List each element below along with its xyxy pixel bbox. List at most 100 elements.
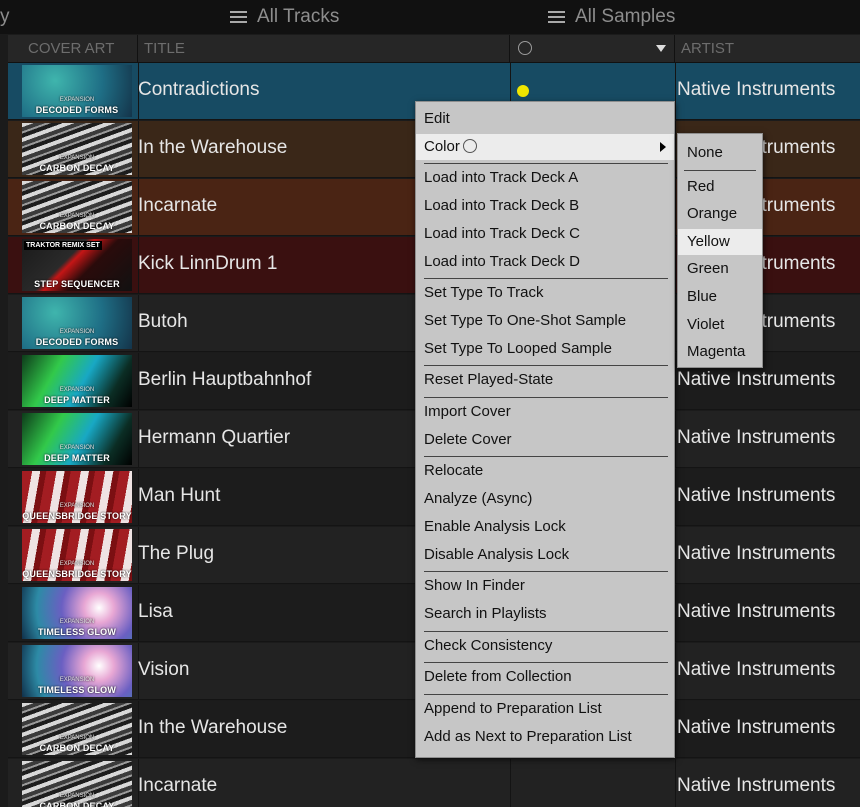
cover-art-image: EXPANSION DECODED FORMS	[22, 297, 132, 349]
cover-art-top-text: EXPANSION	[59, 445, 95, 451]
menu-item-set-type-to-looped-sample[interactable]: Set Type To Looped Sample	[416, 336, 674, 362]
track-title: Contradictions	[138, 79, 260, 100]
column-divider	[675, 469, 676, 525]
column-divider	[675, 179, 676, 235]
cover-art-label: STEP SEQUENCER	[34, 279, 120, 289]
menu-item-set-type-to-track[interactable]: Set Type To Track	[416, 280, 674, 306]
menu-separator	[424, 694, 668, 695]
track-artist: Native Instruments	[677, 79, 836, 100]
column-divider	[675, 63, 676, 119]
track-title: In the Warehouse	[138, 717, 288, 738]
menu-item-label: Edit	[424, 110, 450, 127]
color-option-orange[interactable]: Orange	[678, 201, 762, 227]
cover-art-label: DEEP MATTER	[44, 395, 110, 405]
menu-item-add-as-next-to-preparation-list[interactable]: Add as Next to Preparation List	[416, 724, 674, 750]
column-header-color[interactable]	[510, 35, 675, 62]
menu-item-load-into-track-deck-d[interactable]: Load into Track Deck D	[416, 249, 674, 275]
menu-item-label: Load into Track Deck C	[424, 224, 580, 242]
menu-item-relocate[interactable]: Relocate	[416, 458, 674, 484]
cover-art-image: EXPANSION CARBON DECAY	[22, 703, 132, 755]
track-artist: Native Instruments	[677, 369, 836, 390]
menu-item-label: Disable Analysis Lock	[424, 545, 570, 563]
menu-item-check-consistency[interactable]: Check Consistency	[416, 633, 674, 659]
all-samples-label: All Samples	[575, 6, 676, 27]
track-artist: Native Instruments	[677, 485, 836, 506]
color-option-green[interactable]: Green	[678, 256, 762, 282]
menu-item-label: Set Type To Track	[424, 284, 544, 302]
menu-item-label: Load into Track Deck D	[424, 252, 580, 270]
menu-item-label: Set Type To One-Shot Sample	[424, 311, 627, 329]
cover-art-top-text: EXPANSION	[59, 793, 95, 799]
color-option-violet[interactable]: Violet	[678, 312, 762, 338]
cover-art-image: EXPANSION CARBON DECAY	[22, 181, 132, 233]
menu-item-label: Add as Next to Preparation List	[424, 727, 632, 745]
track-artist: Native Instruments	[677, 775, 836, 796]
track-row[interactable]: EXPANSION CARBON DECAY Incarnate Native Ins…	[8, 759, 860, 807]
menu-separator	[424, 571, 668, 573]
menu-item-delete-cover[interactable]: Delete Cover	[416, 427, 674, 453]
color-option-none[interactable]: None	[678, 140, 762, 166]
menu-separator	[424, 365, 668, 367]
menu-item-disable-analysis-lock[interactable]: Disable Analysis Lock	[416, 542, 674, 568]
menu-separator	[424, 662, 668, 664]
menu-item-color[interactable]: Color	[416, 133, 674, 160]
color-option-red[interactable]: Red	[678, 174, 762, 200]
track-color-dot	[517, 85, 529, 97]
menu-item-append-to-preparation-list[interactable]: Append to Preparation List	[416, 696, 674, 722]
cover-art-image: EXPANSION DECODED FORMS	[22, 65, 132, 117]
column-divider	[675, 353, 676, 409]
menu-item-show-in-finder[interactable]: Show In Finder	[416, 573, 674, 599]
menu-item-label: Import Cover	[424, 403, 511, 420]
track-artist: Native Instruments	[677, 427, 836, 448]
context-menu: Edit Color Load into Track Deck A Load into…	[415, 101, 675, 758]
column-divider	[675, 527, 676, 583]
menu-item-delete-from-collection[interactable]: Delete from Collection	[416, 664, 674, 690]
menu-item-label: Show In Finder	[424, 577, 525, 595]
track-title: Hermann Quartier	[138, 427, 291, 448]
color-option-yellow[interactable]: Yellow	[678, 228, 762, 255]
menu-item-enable-analysis-lock[interactable]: Enable Analysis Lock	[416, 514, 674, 540]
cover-art-label: DECODED FORMS	[35, 337, 119, 347]
sort-arrow-icon	[656, 45, 666, 52]
cover-art-top-text: EXPANSION	[59, 97, 95, 103]
column-divider	[675, 701, 676, 757]
traktor-browser: y All Tracks All Samples COVER ART TITLE…	[0, 0, 860, 807]
cover-art-top-text: TRAKTOR REMIX SET	[24, 241, 102, 250]
menu-item-label: Reset Played-State	[424, 371, 554, 389]
column-header-artist[interactable]: ARTIST	[675, 35, 860, 62]
menu-item-set-type-to-one-shot-sample[interactable]: Set Type To One-Shot Sample	[416, 308, 674, 334]
menu-separator	[424, 397, 668, 398]
column-header-cover-art[interactable]: COVER ART	[22, 35, 138, 62]
all-tracks-button[interactable]: All Tracks	[230, 6, 339, 28]
all-samples-button[interactable]: All Samples	[548, 6, 675, 28]
menu-item-load-into-track-deck-a[interactable]: Load into Track Deck A	[416, 165, 674, 191]
menu-item-label: Set Type To Looped Sample	[424, 339, 612, 357]
menu-item-edit[interactable]: Edit	[416, 106, 674, 132]
cover-art-top-text: EXPANSION	[59, 735, 95, 741]
menu-item-label: Color	[424, 137, 460, 155]
menu-item-load-into-track-deck-c[interactable]: Load into Track Deck C	[416, 221, 674, 247]
color-option-blue[interactable]: Blue	[678, 284, 762, 310]
column-header-title[interactable]: TITLE	[138, 35, 510, 62]
menu-item-label: Delete from Collection	[424, 668, 572, 686]
menu-item-analyze-async[interactable]: Analyze (Async)	[416, 486, 674, 512]
column-divider	[675, 237, 676, 293]
all-tracks-label: All Tracks	[257, 6, 340, 27]
track-title: Man Hunt	[138, 485, 221, 506]
cover-art-label: QUEENSBRIDGE STORY	[22, 569, 132, 579]
menu-item-import-cover[interactable]: Import Cover	[416, 399, 674, 425]
cover-art-top-text: EXPANSION	[59, 213, 95, 219]
menu-item-search-in-playlists[interactable]: Search in Playlists	[416, 601, 674, 627]
color-option-magenta[interactable]: Magenta	[678, 339, 762, 365]
menu-item-label: Delete Cover	[424, 430, 512, 448]
menu-item-reset-played-state[interactable]: Reset Played-State	[416, 367, 674, 393]
menu-separator	[424, 163, 668, 165]
color-circle-icon	[518, 41, 532, 55]
cover-art-label: TIMELESS GLOW	[37, 627, 117, 637]
track-title: Incarnate	[138, 775, 218, 796]
cover-art-label: QUEENSBRIDGE STORY	[22, 511, 132, 521]
cover-art-label: TIMELESS GLOW	[37, 685, 117, 695]
menu-item-load-into-track-deck-b[interactable]: Load into Track Deck B	[416, 193, 674, 219]
cover-art-top-text: EXPANSION	[59, 329, 95, 335]
cover-art-label: CARBON DECAY	[39, 801, 115, 807]
